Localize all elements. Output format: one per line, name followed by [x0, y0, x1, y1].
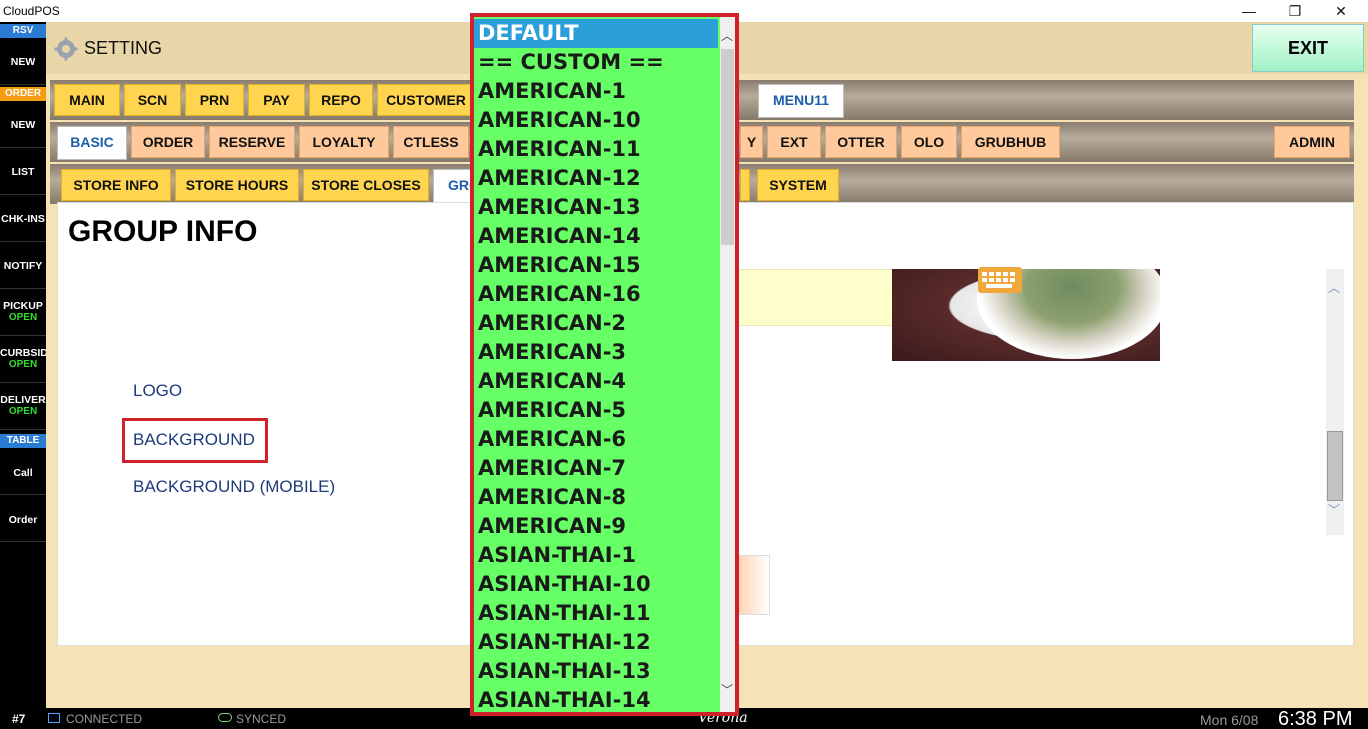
dropdown-option[interactable]: AMERICAN-5: [474, 396, 718, 425]
background-mobile-link[interactable]: BACKGROUND (MOBILE): [133, 477, 335, 497]
panel-title: GROUP INFO: [68, 215, 258, 248]
cloud-icon: [218, 713, 232, 722]
section-rsv: RSV: [0, 24, 46, 38]
tab-main[interactable]: MAIN: [54, 84, 120, 116]
tab-olo[interactable]: OLO: [901, 126, 957, 158]
dropdown-scrollbar[interactable]: ︿ ﹀: [720, 17, 735, 712]
dropdown-option[interactable]: AMERICAN-14: [474, 222, 718, 251]
dropdown-option[interactable]: AMERICAN-12: [474, 164, 718, 193]
sidebar-item-delivery[interactable]: DELIVER OPEN: [0, 384, 46, 430]
dropdown-option[interactable]: == CUSTOM ==: [474, 48, 718, 77]
dropdown-option[interactable]: AMERICAN-13: [474, 193, 718, 222]
minimize-button[interactable]: —: [1226, 0, 1272, 22]
dropdown-option[interactable]: ASIAN-THAI-13: [474, 657, 718, 686]
dropdown-option[interactable]: ASIAN-THAI-10: [474, 570, 718, 599]
scrollbar-thumb[interactable]: [1327, 431, 1343, 501]
status-time: 6:38 PM: [1278, 708, 1353, 729]
tab-reserve[interactable]: RESERVE: [209, 126, 295, 158]
tab-menu11[interactable]: MENU11: [758, 84, 844, 118]
tab-otter[interactable]: OTTER: [825, 126, 897, 158]
tab-store-hours[interactable]: STORE HOURS: [175, 169, 299, 201]
tab-scn[interactable]: SCN: [124, 84, 181, 116]
dropdown-option[interactable]: AMERICAN-11: [474, 135, 718, 164]
sidebar-item-order-new[interactable]: NEW: [0, 102, 46, 148]
tab-hidden-edge[interactable]: [740, 169, 750, 201]
dropdown-option[interactable]: AMERICAN-1: [474, 77, 718, 106]
dropdown-option[interactable]: AMERICAN-6: [474, 425, 718, 454]
chevron-up-icon[interactable]: ︿: [721, 27, 733, 44]
tab-pay[interactable]: PAY: [248, 84, 305, 116]
background-preview-image: [892, 269, 1160, 361]
dropdown-option[interactable]: AMERICAN-8: [474, 483, 718, 512]
sidebar-item-call[interactable]: Call: [0, 449, 46, 495]
dropdown-option[interactable]: AMERICAN-9: [474, 512, 718, 541]
tab-store-closes[interactable]: STORE CLOSES: [303, 169, 429, 201]
chevron-down-icon[interactable]: ﹀: [721, 681, 733, 698]
dropdown-option-selected[interactable]: DEFAULT: [474, 19, 718, 48]
tab-loyalty[interactable]: LOYALTY: [299, 126, 389, 158]
sidebar-item-rsv-new[interactable]: NEW: [0, 39, 46, 85]
dropdown-option[interactable]: ASIAN-THAI-11: [474, 599, 718, 628]
tab-store-info[interactable]: STORE INFO: [61, 169, 171, 201]
sidebar-item-order[interactable]: Order: [0, 496, 46, 542]
section-order: ORDER: [0, 87, 46, 101]
dropdown-option[interactable]: AMERICAN-15: [474, 251, 718, 280]
tab-customer[interactable]: CUSTOMER: [377, 84, 475, 116]
tab-repo[interactable]: REPO: [309, 84, 373, 116]
dropdown-option[interactable]: AMERICAN-10: [474, 106, 718, 135]
background-theme-dropdown[interactable]: DEFAULT == CUSTOM == AMERICAN-1 AMERICAN…: [470, 13, 739, 716]
exit-button[interactable]: EXIT: [1252, 24, 1364, 72]
sidebar-item-list[interactable]: LIST: [0, 149, 46, 195]
tab-order[interactable]: ORDER: [131, 126, 205, 158]
color-swatch[interactable]: [738, 555, 770, 615]
dropdown-option[interactable]: AMERICAN-16: [474, 280, 718, 309]
sidebar-item-pickup[interactable]: PICKUP OPEN: [0, 290, 46, 336]
dropdown-option[interactable]: AMERICAN-4: [474, 367, 718, 396]
app-window: CloudPOS — ❐ ✕ RSV NEW ORDER NEW LIST CH…: [0, 0, 1368, 729]
chevron-down-icon[interactable]: ﹀: [1328, 501, 1340, 518]
window-title: CloudPOS: [3, 4, 60, 18]
computer-icon: [48, 713, 60, 723]
logo-link[interactable]: LOGO: [133, 381, 182, 401]
restore-button[interactable]: ❐: [1272, 0, 1318, 22]
dropdown-option[interactable]: ASIAN-THAI-12: [474, 628, 718, 657]
sync-status: SYNCED: [236, 712, 287, 726]
tab-group-info[interactable]: GRO: [433, 169, 473, 203]
dropdown-option[interactable]: AMERICAN-3: [474, 338, 718, 367]
chevron-up-icon[interactable]: ︿: [1328, 279, 1340, 296]
tab-basic[interactable]: BASIC: [57, 126, 127, 160]
tab-grubhub[interactable]: GRUBHUB: [961, 126, 1060, 158]
dropdown-option[interactable]: ASIAN-THAI-14: [474, 686, 718, 712]
close-button[interactable]: ✕: [1318, 0, 1364, 22]
station-number: #7: [12, 712, 26, 726]
status-date: Mon 6/08: [1200, 712, 1259, 728]
tab-partial-y[interactable]: Y: [740, 126, 763, 158]
sidebar-item-curbside[interactable]: CURBSID OPEN: [0, 337, 46, 383]
tab-prn[interactable]: PRN: [185, 84, 244, 116]
left-sidebar: RSV NEW ORDER NEW LIST CHK-INS NOTIFY PI…: [0, 22, 46, 708]
tab-ctless[interactable]: CTLESS: [393, 126, 469, 158]
tab-ext[interactable]: EXT: [767, 126, 821, 158]
sidebar-item-chk-ins[interactable]: CHK-INS: [0, 196, 46, 242]
section-table: TABLE: [0, 434, 46, 448]
connection-status: CONNECTED: [66, 712, 143, 726]
dropdown-option[interactable]: ASIAN-THAI-1: [474, 541, 718, 570]
tab-system[interactable]: SYSTEM: [757, 169, 839, 201]
dropdown-scrollbar-thumb[interactable]: [721, 49, 734, 245]
tab-admin[interactable]: ADMIN: [1274, 126, 1350, 158]
panel-scrollbar[interactable]: ︿ ﹀: [1326, 269, 1344, 535]
gear-icon: [54, 37, 78, 61]
dropdown-option[interactable]: AMERICAN-7: [474, 454, 718, 483]
background-link[interactable]: BACKGROUND: [133, 430, 255, 450]
sidebar-item-notify[interactable]: NOTIFY: [0, 243, 46, 289]
page-title: SETTING: [84, 38, 163, 58]
dropdown-option[interactable]: AMERICAN-2: [474, 309, 718, 338]
keyboard-icon[interactable]: [978, 267, 1022, 293]
